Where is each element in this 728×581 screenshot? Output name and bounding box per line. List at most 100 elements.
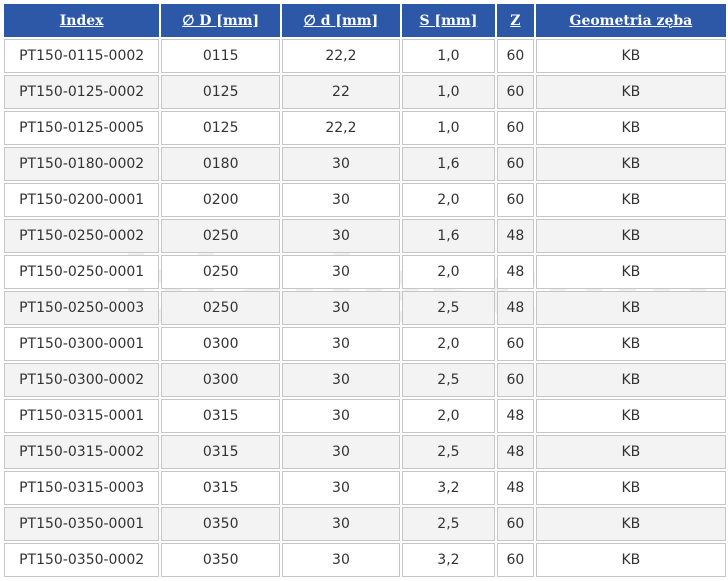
thickness-cell: 1,6 xyxy=(401,147,496,181)
header-tooth-geometry-link[interactable]: Geometria zęba xyxy=(535,4,726,37)
index-cell: PT150-0350-0001 xyxy=(4,507,160,541)
tooth-geometry-cell: KB xyxy=(535,291,726,325)
index-cell: PT150-0115-0002 xyxy=(4,39,160,73)
bore-diameter-cell: 30 xyxy=(282,327,400,361)
teeth-cell: 60 xyxy=(497,327,534,361)
outer-diameter-cell: 0115 xyxy=(161,39,281,73)
table-row: PT150-0125-0002 0125 22 1,0 60 KB xyxy=(4,75,726,109)
table-row: PT150-0250-0001 0250 30 2,0 48 KB xyxy=(4,255,726,289)
thickness-cell: 1,0 xyxy=(401,111,496,145)
index-cell: PT150-0125-0002 xyxy=(4,75,160,109)
thickness-cell: 2,5 xyxy=(401,291,496,325)
tooth-geometry-cell: KB xyxy=(535,147,726,181)
tooth-geometry-cell: KB xyxy=(535,39,726,73)
bore-diameter-cell: 22 xyxy=(282,75,400,109)
table-row: PT150-0115-0002 0115 22,2 1,0 60 KB xyxy=(4,39,726,73)
bore-diameter-cell: 30 xyxy=(282,435,400,469)
index-cell: PT150-0250-0001 xyxy=(4,255,160,289)
teeth-cell: 48 xyxy=(497,435,534,469)
bore-diameter-cell: 30 xyxy=(282,399,400,433)
tooth-geometry-cell: KB xyxy=(535,327,726,361)
bore-diameter-cell: 30 xyxy=(282,363,400,397)
table-row: PT150-0300-0001 0300 30 2,0 60 KB xyxy=(4,327,726,361)
thickness-cell: 1,0 xyxy=(401,39,496,73)
teeth-cell: 48 xyxy=(497,399,534,433)
header-teeth-link[interactable]: Z xyxy=(497,4,534,37)
table-row: PT150-0315-0002 0315 30 2,5 48 KB xyxy=(4,435,726,469)
index-cell: PT150-0350-0002 xyxy=(4,543,160,577)
product-table: Index ∅ D [mm] ∅ d [mm] S [mm] Z Geometr… xyxy=(2,2,728,579)
index-cell: PT150-0180-0002 xyxy=(4,147,160,181)
table-row: PT150-0250-0003 0250 30 2,5 48 KB xyxy=(4,291,726,325)
outer-diameter-cell: 0350 xyxy=(161,543,281,577)
tooth-geometry-cell: KB xyxy=(535,435,726,469)
thickness-cell: 1,0 xyxy=(401,75,496,109)
outer-diameter-cell: 0315 xyxy=(161,399,281,433)
index-cell: PT150-0250-0003 xyxy=(4,291,160,325)
header-index-link[interactable]: Index xyxy=(4,4,160,37)
tooth-geometry-cell: KB xyxy=(535,75,726,109)
thickness-cell: 1,6 xyxy=(401,219,496,253)
teeth-cell: 48 xyxy=(497,291,534,325)
outer-diameter-cell: 0315 xyxy=(161,471,281,505)
outer-diameter-cell: 0125 xyxy=(161,111,281,145)
thickness-cell: 2,0 xyxy=(401,399,496,433)
tooth-geometry-cell: KB xyxy=(535,255,726,289)
outer-diameter-cell: 0250 xyxy=(161,219,281,253)
tooth-geometry-cell: KB xyxy=(535,507,726,541)
index-cell: PT150-0315-0003 xyxy=(4,471,160,505)
bore-diameter-cell: 30 xyxy=(282,471,400,505)
index-cell: PT150-0315-0001 xyxy=(4,399,160,433)
bore-diameter-cell: 30 xyxy=(282,183,400,217)
bore-diameter-cell: 22,2 xyxy=(282,111,400,145)
tooth-geometry-cell: KB xyxy=(535,363,726,397)
index-cell: PT150-0315-0002 xyxy=(4,435,160,469)
table-row: PT150-0315-0001 0315 30 2,0 48 KB xyxy=(4,399,726,433)
bore-diameter-cell: 22,2 xyxy=(282,39,400,73)
thickness-cell: 2,0 xyxy=(401,327,496,361)
teeth-cell: 48 xyxy=(497,255,534,289)
header-thickness-link[interactable]: S [mm] xyxy=(401,4,496,37)
thickness-cell: 2,5 xyxy=(401,435,496,469)
thickness-cell: 2,0 xyxy=(401,183,496,217)
teeth-cell: 60 xyxy=(497,75,534,109)
outer-diameter-cell: 0200 xyxy=(161,183,281,217)
bore-diameter-cell: 30 xyxy=(282,507,400,541)
teeth-cell: 60 xyxy=(497,147,534,181)
teeth-cell: 60 xyxy=(497,543,534,577)
thickness-cell: 2,5 xyxy=(401,507,496,541)
teeth-cell: 60 xyxy=(497,39,534,73)
teeth-cell: 60 xyxy=(497,507,534,541)
index-cell: PT150-0125-0005 xyxy=(4,111,160,145)
outer-diameter-cell: 0250 xyxy=(161,255,281,289)
outer-diameter-cell: 0125 xyxy=(161,75,281,109)
table-row: PT150-0125-0005 0125 22,2 1,0 60 KB xyxy=(4,111,726,145)
teeth-cell: 60 xyxy=(497,111,534,145)
outer-diameter-cell: 0250 xyxy=(161,291,281,325)
header-outer-diameter-link[interactable]: ∅ D [mm] xyxy=(161,4,281,37)
outer-diameter-cell: 0180 xyxy=(161,147,281,181)
header-row: Index ∅ D [mm] ∅ d [mm] S [mm] Z Geometr… xyxy=(4,4,726,37)
thickness-cell: 3,2 xyxy=(401,471,496,505)
thickness-cell: 3,2 xyxy=(401,543,496,577)
bore-diameter-cell: 30 xyxy=(282,147,400,181)
tooth-geometry-cell: KB xyxy=(535,543,726,577)
teeth-cell: 48 xyxy=(497,219,534,253)
outer-diameter-cell: 0300 xyxy=(161,363,281,397)
thickness-cell: 2,5 xyxy=(401,363,496,397)
tooth-geometry-cell: KB xyxy=(535,471,726,505)
teeth-cell: 60 xyxy=(497,183,534,217)
table-row: PT150-0250-0002 0250 30 1,6 48 KB xyxy=(4,219,726,253)
bore-diameter-cell: 30 xyxy=(282,543,400,577)
table-row: PT150-0200-0001 0200 30 2,0 60 KB xyxy=(4,183,726,217)
table-row: PT150-0350-0001 0350 30 2,5 60 KB xyxy=(4,507,726,541)
index-cell: PT150-0250-0002 xyxy=(4,219,160,253)
thickness-cell: 2,0 xyxy=(401,255,496,289)
teeth-cell: 60 xyxy=(497,363,534,397)
outer-diameter-cell: 0315 xyxy=(161,435,281,469)
outer-diameter-cell: 0350 xyxy=(161,507,281,541)
outer-diameter-cell: 0300 xyxy=(161,327,281,361)
header-bore-diameter-link[interactable]: ∅ d [mm] xyxy=(282,4,400,37)
tooth-geometry-cell: KB xyxy=(535,219,726,253)
tooth-geometry-cell: KB xyxy=(535,183,726,217)
